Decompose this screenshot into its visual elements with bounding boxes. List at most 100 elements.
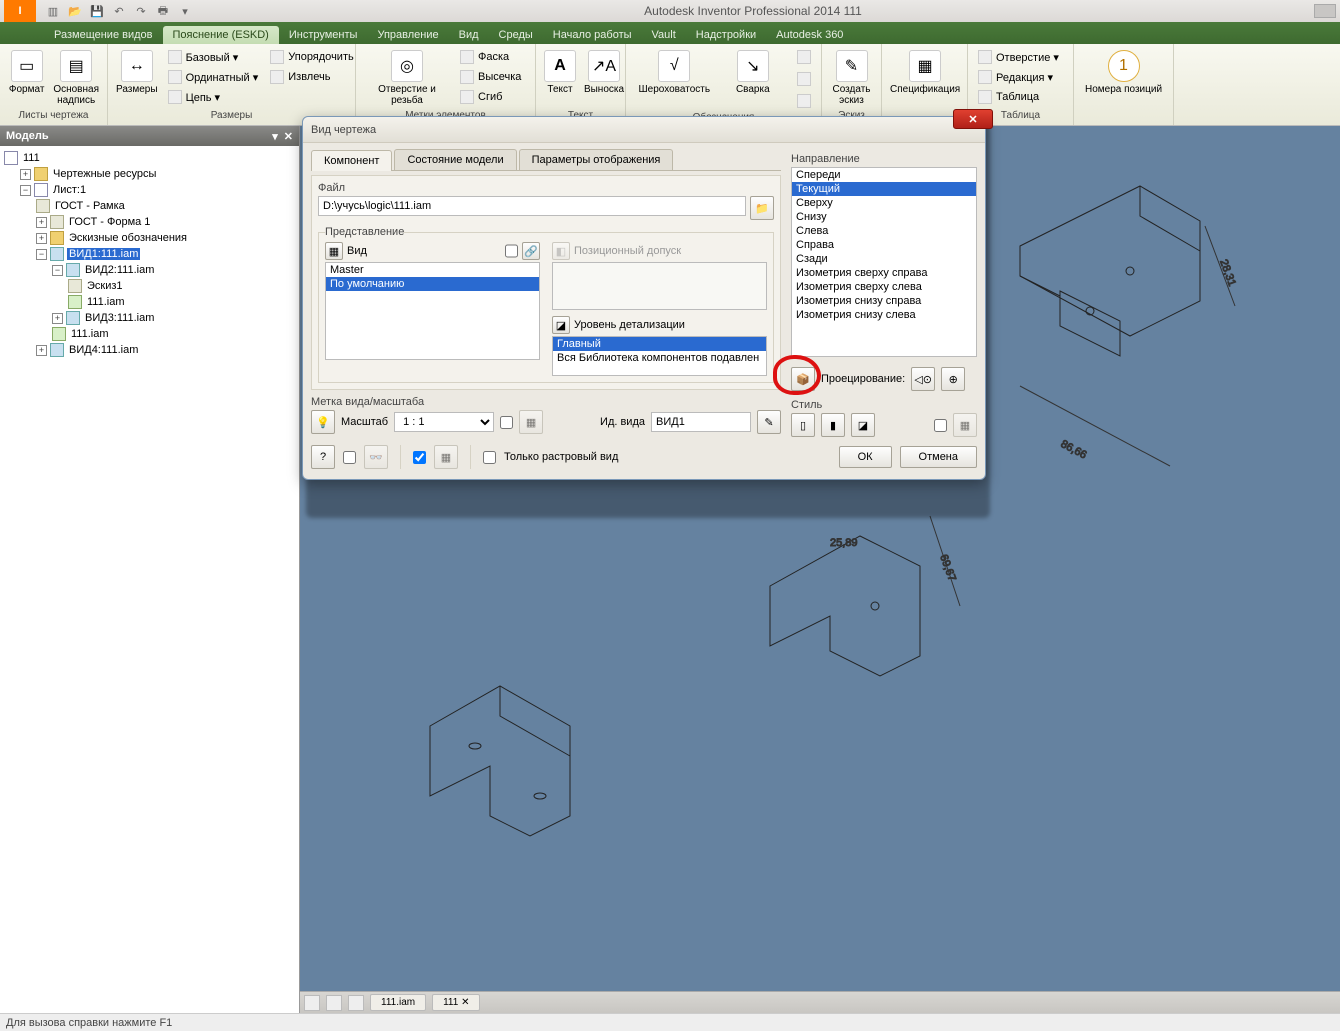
anno-extra2[interactable] xyxy=(793,70,815,88)
dialog-tab-component[interactable]: Компонент xyxy=(311,150,392,171)
anno-extra1[interactable] xyxy=(793,48,815,66)
browser-close-icon[interactable]: ✕ xyxy=(284,130,293,143)
create-sketch-button[interactable]: ✎Создать эскиз xyxy=(828,48,875,108)
qat-new-icon[interactable]: ▥ xyxy=(46,4,60,18)
expand-icon[interactable]: + xyxy=(20,169,31,180)
document-tab[interactable]: 111 ✕ xyxy=(432,994,480,1011)
help-button[interactable]: ? xyxy=(311,445,335,469)
doctab-icon3[interactable] xyxy=(348,995,364,1011)
qat-print-icon[interactable]: 🖶 xyxy=(156,4,170,18)
edit-label-button[interactable]: ✎ xyxy=(757,410,781,434)
tab-environments[interactable]: Среды xyxy=(489,26,543,44)
roughness-button[interactable]: √Шероховатость xyxy=(632,48,717,97)
qat-more-icon[interactable]: ▾ xyxy=(178,4,192,18)
file-path-input[interactable] xyxy=(318,196,746,216)
chamfer-button[interactable]: Фаска xyxy=(456,48,525,66)
dialog-tab-display-options[interactable]: Параметры отображения xyxy=(519,149,674,170)
expand-icon[interactable]: − xyxy=(36,249,47,260)
expand-icon[interactable]: − xyxy=(52,265,63,276)
expand-icon[interactable]: + xyxy=(36,233,47,244)
scale-checkbox[interactable] xyxy=(500,416,513,429)
view-id-input[interactable] xyxy=(651,412,751,432)
tree-node-view1[interactable]: ВИД1:111.iam xyxy=(67,248,140,260)
doctab-icon1[interactable] xyxy=(304,995,320,1011)
chain-button[interactable]: Цепь ▾ xyxy=(164,88,263,106)
app-logo[interactable]: I xyxy=(4,0,36,22)
tab-manage[interactable]: Управление xyxy=(367,26,448,44)
scale-lock-icon[interactable]: 💡 xyxy=(311,410,335,434)
minimize-button[interactable] xyxy=(1314,4,1336,18)
associative-checkbox[interactable] xyxy=(505,242,518,260)
dialog-close-button[interactable]: ✕ xyxy=(953,109,993,129)
balloon-button[interactable]: 1Номера позиций xyxy=(1080,48,1167,97)
tab-a360[interactable]: Autodesk 360 xyxy=(766,26,853,44)
style-shaded-button[interactable]: ◪ xyxy=(851,413,875,437)
title-block-button[interactable]: ▤Основная надпись xyxy=(51,48,101,108)
browser-tree[interactable]: 111 +Чертежные ресурсы −Лист:1 ГОСТ - Ра… xyxy=(0,146,299,1013)
change-orientation-button[interactable]: 📦 xyxy=(791,367,815,391)
projection-first-angle-button[interactable]: ◁⊙ xyxy=(911,367,935,391)
dimensions-button[interactable]: ↔Размеры xyxy=(114,48,160,97)
hole-thread-button[interactable]: ◎Отверстие и резьба xyxy=(362,48,452,108)
titlebar: I ▥ 📂 💾 ↶ ↷ 🖶 ▾ Autodesk Inventor Profes… xyxy=(0,0,1340,22)
ok-button[interactable]: ОК xyxy=(839,446,892,468)
tab-addins[interactable]: Надстройки xyxy=(686,26,766,44)
cancel-button[interactable]: Отмена xyxy=(900,446,977,468)
scale-disabled-icon: ▦ xyxy=(519,410,543,434)
qat-undo-icon[interactable]: ↶ xyxy=(112,4,126,18)
view-mode-icon[interactable]: ▦ xyxy=(325,242,343,260)
tab-tools[interactable]: Инструменты xyxy=(279,26,368,44)
doctab-icon2[interactable] xyxy=(326,995,342,1011)
tab-view[interactable]: Вид xyxy=(449,26,489,44)
qat-save-icon[interactable]: 💾 xyxy=(90,4,104,18)
anno-extra3[interactable] xyxy=(793,92,815,110)
style-hidden-on-button[interactable]: ▮ xyxy=(821,413,845,437)
scale-select[interactable]: 1 : 1 xyxy=(394,412,494,432)
expand-icon[interactable]: + xyxy=(36,217,47,228)
raster-only-checkbox[interactable] xyxy=(483,451,496,464)
quick-access-toolbar: ▥ 📂 💾 ↶ ↷ 🖶 ▾ xyxy=(46,4,192,18)
views-listbox[interactable]: Master По умолчанию xyxy=(325,262,540,360)
baseline-button[interactable]: Базовый ▾ xyxy=(164,48,263,66)
weld-button[interactable]: ↘Сварка xyxy=(721,48,785,97)
browse-file-button[interactable]: 📁 xyxy=(750,196,774,220)
lod-icon[interactable]: ◪ xyxy=(552,316,570,334)
expand-icon[interactable]: + xyxy=(52,313,63,324)
hole-table-button[interactable]: Отверстие ▾ xyxy=(974,48,1063,66)
link-icon[interactable]: 🔗 xyxy=(522,242,540,260)
lod-listbox[interactable]: Главный Вся Библиотека компонентов подав… xyxy=(552,336,767,376)
tab-vault[interactable]: Vault xyxy=(642,26,686,44)
dialog-tab-model-state[interactable]: Состояние модели xyxy=(394,149,516,170)
bom-button[interactable]: ▦Спецификация xyxy=(888,48,962,97)
bottom-check2[interactable] xyxy=(413,451,426,464)
tab-getstarted[interactable]: Начало работы xyxy=(543,26,642,44)
arrange-button[interactable]: Упорядочить xyxy=(266,48,357,66)
svg-text:28,31: 28,31 xyxy=(1217,258,1238,288)
style-hidden-off-button[interactable]: ▯ xyxy=(791,413,815,437)
tab-annotation-eskd[interactable]: Пояснение (ESKD) xyxy=(163,26,279,44)
expand-icon[interactable]: − xyxy=(20,185,31,196)
ribbon: ▭Формат ▤Основная надпись Листы чертежа … xyxy=(0,44,1340,126)
bottom-check1[interactable] xyxy=(343,451,356,464)
text-button[interactable]: AТекст xyxy=(542,48,578,97)
format-button[interactable]: ▭Формат xyxy=(6,48,47,97)
revision-button[interactable]: Редакция ▾ xyxy=(974,68,1063,86)
document-tab[interactable]: 111.iam xyxy=(370,994,426,1011)
direction-listbox[interactable]: Спереди Текущий Сверху Снизу Слева Справ… xyxy=(791,167,977,357)
punch-button[interactable]: Высечка xyxy=(456,68,525,86)
style-link-checkbox[interactable] xyxy=(934,419,947,432)
expand-icon[interactable]: + xyxy=(36,345,47,356)
table-button[interactable]: Таблица xyxy=(974,88,1063,106)
projection-third-angle-button[interactable]: ⊕ xyxy=(941,367,965,391)
leader-button[interactable]: ↗AВыноска xyxy=(582,48,626,97)
tab-placement[interactable]: Размещение видов xyxy=(44,26,163,44)
bend-button[interactable]: Сгиб xyxy=(456,88,525,106)
model-browser: Модель ▾ ✕ 111 +Чертежные ресурсы −Лист:… xyxy=(0,126,300,1013)
document-tabs: 111.iam 111 ✕ xyxy=(300,991,1340,1013)
qat-redo-icon[interactable]: ↷ xyxy=(134,4,148,18)
browser-filter-icon[interactable]: ▾ xyxy=(272,130,278,143)
qat-open-icon[interactable]: 📂 xyxy=(68,4,82,18)
ordinate-button[interactable]: Ординатный ▾ xyxy=(164,68,263,86)
extract-button[interactable]: Извлечь xyxy=(266,68,357,86)
pos-tol-icon: ◧ xyxy=(552,242,570,260)
